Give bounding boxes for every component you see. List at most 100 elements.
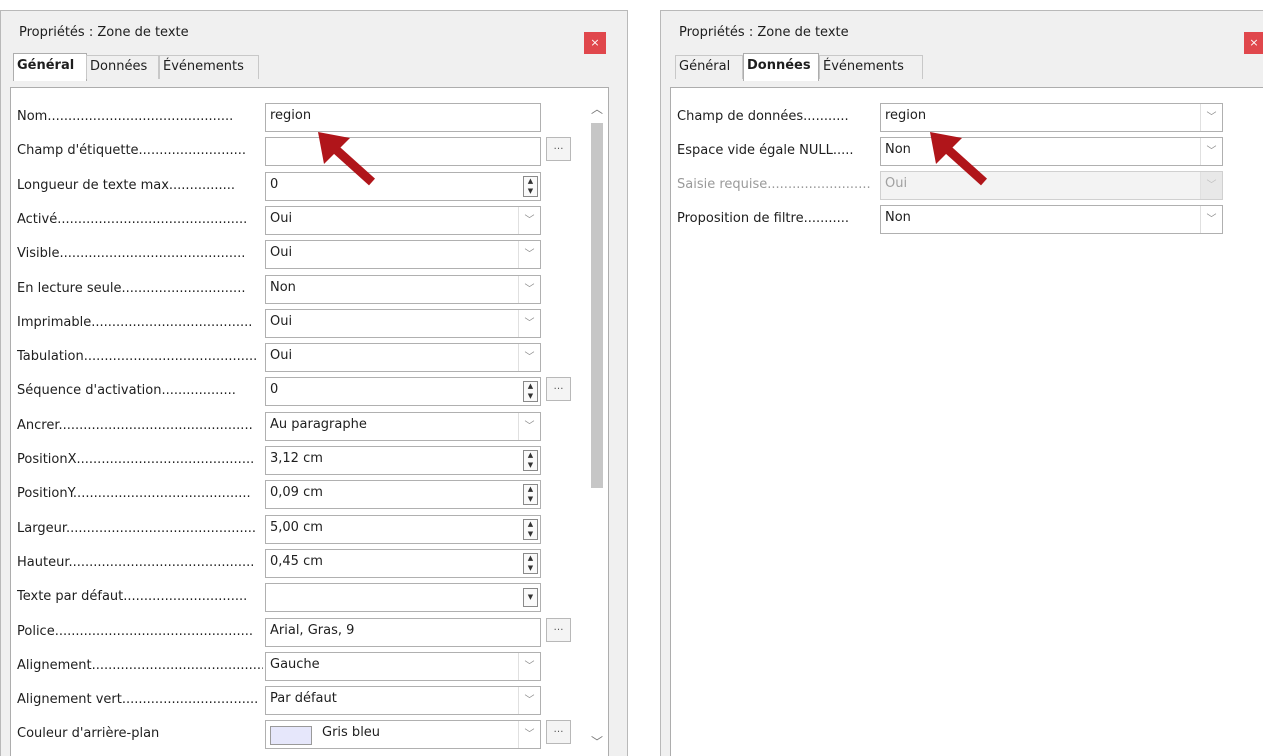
chevron-down-icon[interactable]: ﹀	[1200, 138, 1222, 165]
field-value: Non	[270, 279, 296, 295]
chevron-down-icon[interactable]: ﹀	[518, 344, 540, 372]
property-label: Visible.................................…	[17, 246, 246, 262]
ellipsis-button[interactable]: …	[546, 137, 571, 162]
field-value: Gauche	[270, 656, 320, 672]
hauteur-spinbox[interactable]: 0,45 cm ▲ ▼	[265, 548, 541, 578]
field-value: region	[885, 108, 927, 123]
chevron-down-icon[interactable]: ﹀	[590, 733, 604, 749]
chevron-down-icon[interactable]: ﹀	[518, 721, 540, 749]
chevron-down-icon[interactable]: ﹀	[518, 275, 540, 303]
ellipsis-button[interactable]: …	[546, 617, 571, 642]
en-lecture-seule-select[interactable]: Non ﹀	[265, 274, 541, 304]
spin-up-icon[interactable]: ▲	[526, 382, 535, 391]
property-label: Hauteur.................................…	[17, 554, 255, 570]
scrollbar-thumb[interactable]	[591, 123, 603, 488]
chevron-down-icon[interactable]: ﹀	[518, 309, 540, 337]
spin-buttons[interactable]: ▲ ▼	[523, 484, 538, 506]
field-value: Oui	[270, 348, 293, 364]
sequence-d-activation-spinbox[interactable]: 0 ▲ ▼	[265, 377, 541, 407]
field-value: Gris bleu	[322, 725, 381, 741]
property-label: Activé..................................…	[17, 211, 248, 227]
tabulation-select[interactable]: Oui ﹀	[265, 343, 541, 373]
spin-buttons[interactable]: ▲ ▼	[523, 518, 538, 540]
chevron-down-icon[interactable]: ﹀	[518, 687, 540, 715]
property-row-texte-par-defaut: Texte par défaut........................…	[11, 579, 584, 613]
chevron-down-icon[interactable]: ﹀	[518, 241, 540, 269]
close-button[interactable]: ×	[1244, 32, 1263, 54]
panel-title: Propriétés : Zone de texte	[19, 25, 189, 40]
tab-data[interactable]: Données	[86, 55, 159, 79]
property-label: Alignement vert.........................…	[17, 692, 259, 708]
spin-down-icon[interactable]: ▼	[526, 392, 535, 401]
property-label: Saisie requise.........................	[677, 177, 871, 192]
spin-buttons[interactable]: ▲ ▼	[523, 175, 538, 197]
spin-buttons[interactable]: ▲ ▼	[523, 450, 538, 471]
field-value: 0,45 cm	[270, 553, 323, 569]
caret-down-icon: ▼	[527, 593, 534, 602]
largeur-spinbox[interactable]: 5,00 cm ▲ ▼	[265, 514, 541, 544]
nom-input[interactable]: region	[265, 103, 541, 132]
spin-up-icon[interactable]: ▲	[526, 554, 535, 563]
alignement-select[interactable]: Gauche ﹀	[265, 651, 541, 681]
property-row-couleur-d-arriere-plan: Couleur d'arrière-plan Gris bleu ﹀…	[11, 716, 584, 750]
positiony-spinbox[interactable]: 0,09 cm ▲ ▼	[265, 480, 541, 510]
property-label: Proposition de filtre...........	[677, 211, 850, 226]
ellipsis-button[interactable]: …	[546, 720, 571, 745]
positionx-spinbox[interactable]: 3,12 cm ▲ ▼	[265, 446, 541, 475]
chevron-up-icon[interactable]: ︿	[590, 100, 604, 116]
property-row-visible: Visible.................................…	[11, 236, 584, 270]
property-row-longueur-de-texte-max: Longueur de texte max................ 0 ▲ ▼	[11, 168, 584, 202]
property-row-sequence-d-activation: Séquence d'activation.................. 0…	[11, 373, 584, 407]
spin-up-icon[interactable]: ▲	[526, 520, 535, 529]
chevron-down-icon[interactable]: ﹀	[1200, 104, 1222, 131]
property-row-champ-d-etiquette: Champ d'étiquette.......................…	[11, 133, 584, 167]
property-label: Ancrer..................................…	[17, 417, 253, 433]
property-row-nom: Nom.....................................…	[11, 99, 584, 133]
property-row-hauteur: Hauteur.................................…	[11, 545, 584, 579]
chevron-down-icon[interactable]: ﹀	[518, 652, 540, 680]
alignement-vert-select[interactable]: Par défaut ﹀	[265, 686, 541, 716]
visible-select[interactable]: Oui ﹀	[265, 240, 541, 270]
imprimable-select[interactable]: Oui ﹀	[265, 308, 541, 338]
property-label: Texte par défaut........................…	[17, 589, 248, 605]
spin-down-icon[interactable]: ▼	[526, 187, 535, 196]
property-label: Espace vide égale NULL.....	[677, 143, 854, 158]
ellipsis-button[interactable]: …	[546, 377, 571, 402]
property-label: Séquence d'activation..................	[17, 383, 236, 399]
tab-general[interactable]: Général	[13, 53, 87, 81]
close-button[interactable]: ×	[584, 32, 606, 54]
spin-up-icon[interactable]: ▲	[526, 485, 535, 494]
spin-down-icon[interactable]: ▼	[526, 495, 535, 504]
dropdown-arrow-icon[interactable]: ▼	[523, 588, 538, 608]
field-value: 0	[270, 382, 279, 398]
tab-data[interactable]: Données	[743, 53, 819, 81]
couleur-d-arriere-plan-select[interactable]: Gris bleu ﹀	[265, 720, 541, 750]
spin-buttons[interactable]: ▲ ▼	[523, 552, 538, 574]
chevron-down-icon[interactable]: ﹀	[518, 412, 540, 440]
tab-events[interactable]: Événements	[159, 55, 259, 79]
tab-events[interactable]: Événements	[819, 55, 923, 79]
tab-general[interactable]: Général	[675, 55, 743, 79]
proposition-de-filtre-select[interactable]: Non ﹀	[880, 205, 1223, 234]
longueur-de-texte-max-spinbox[interactable]: 0 ▲ ▼	[265, 171, 541, 201]
property-row-alignement: Alignement..............................…	[11, 648, 584, 682]
spin-buttons[interactable]: ▲ ▼	[523, 381, 538, 403]
field-value: Par défaut	[270, 691, 337, 707]
field-value: Arial, Gras, 9	[270, 622, 355, 638]
spin-down-icon[interactable]: ▼	[526, 461, 535, 470]
spin-up-icon[interactable]: ▲	[526, 177, 535, 186]
chevron-down-icon[interactable]: ﹀	[1200, 206, 1222, 233]
champ-d-etiquette-input[interactable]	[265, 137, 541, 167]
active-select[interactable]: Oui ﹀	[265, 205, 541, 235]
vertical-scrollbar[interactable]: ︿ ﹀	[584, 88, 608, 756]
chevron-down-icon[interactable]: ﹀	[518, 206, 540, 234]
texte-par-defaut-select[interactable]: ▼	[265, 583, 541, 613]
spin-down-icon[interactable]: ▼	[526, 530, 535, 539]
ancrer-select[interactable]: Au paragraphe ﹀	[265, 411, 541, 441]
police-input[interactable]: Arial, Gras, 9	[265, 617, 541, 647]
property-row-largeur: Largeur.................................…	[11, 511, 584, 545]
spin-up-icon[interactable]: ▲	[526, 451, 535, 460]
field-value: Au paragraphe	[270, 416, 367, 432]
property-row-alignement-vert: Alignement vert.........................…	[11, 682, 584, 716]
spin-down-icon[interactable]: ▼	[526, 564, 535, 573]
